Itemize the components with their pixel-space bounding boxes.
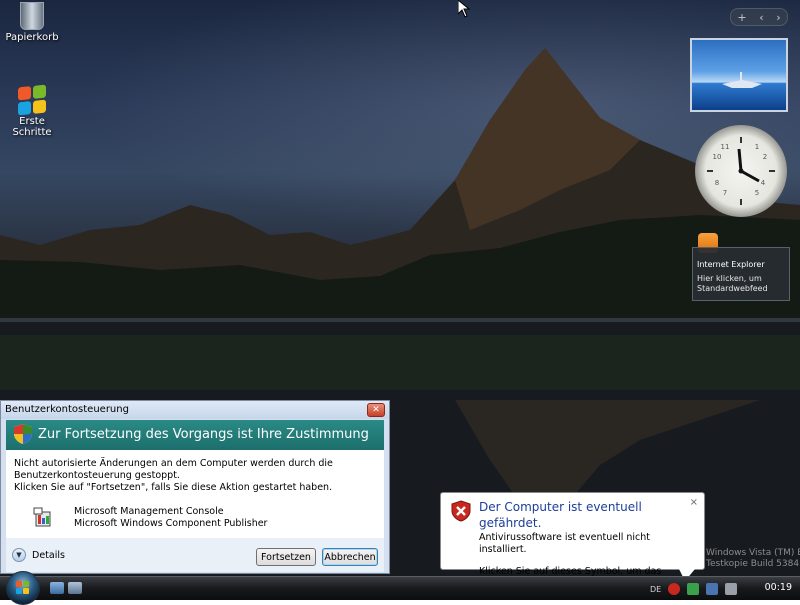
uac-title-bar: Benutzerkontosteuerung ✕ <box>1 401 389 419</box>
language-indicator[interactable]: DE <box>650 585 661 594</box>
notification-title: Der Computer ist eventuell gefährdet. <box>479 500 642 530</box>
svg-text:2: 2 <box>763 153 767 161</box>
svg-text:10: 10 <box>713 153 722 161</box>
desktop-icon-label: Erste Schritte <box>12 116 52 138</box>
security-notification-balloon[interactable]: × Der Computer ist eventuell gefährdet. … <box>440 492 705 602</box>
program-name: Microsoft Management Console <box>74 506 224 517</box>
windows-logo-icon <box>16 581 29 594</box>
network-tray-icon[interactable] <box>706 583 719 595</box>
close-button[interactable]: ✕ <box>367 403 385 417</box>
details-toggle[interactable]: ▼ Details <box>12 548 65 562</box>
uac-body: Nicht autorisierte Änderungen an dem Com… <box>6 450 384 538</box>
mouse-cursor-icon <box>458 0 470 18</box>
watermark-line-2: Testkopie Build 5384 <box>706 559 800 569</box>
uac-program-info: Microsoft Management Console Microsoft W… <box>14 506 376 530</box>
svg-text:4: 4 <box>761 179 766 187</box>
security-shield-icon <box>14 424 32 444</box>
watermark-line-1: Windows Vista (TM) Beta 2 <box>706 548 800 558</box>
uac-dialog: Benutzerkontosteuerung ✕ Zur Fortsetzung… <box>0 400 390 574</box>
recycle-bin-icon <box>20 2 44 30</box>
continue-button[interactable]: Fortsetzen <box>256 548 316 566</box>
slideshow-gadget[interactable] <box>690 38 788 112</box>
previous-gadget-button[interactable]: ‹ <box>759 11 763 24</box>
uac-banner: Zur Fortsetzung des Vorgangs ist Ihre Zu… <box>6 420 384 472</box>
show-desktop-icon[interactable] <box>50 582 64 594</box>
close-icon: ✕ <box>372 405 380 415</box>
svg-text:5: 5 <box>755 189 759 197</box>
desktop-icon-recycle-bin[interactable]: Papierkorb <box>0 2 64 43</box>
uac-message-line-1: Nicht autorisierte Änderungen an dem Com… <box>14 458 333 469</box>
program-publisher: Microsoft Windows Component Publisher <box>74 518 268 529</box>
windows-defender-tray-icon[interactable] <box>687 583 700 595</box>
taskbar: DE 00:19 <box>0 571 800 605</box>
svg-text:1: 1 <box>755 143 759 151</box>
taskbar-clock[interactable]: 00:19 <box>765 582 792 593</box>
security-warning-shield-icon <box>451 500 471 522</box>
slideshow-image <box>722 72 762 88</box>
getting-started-icon <box>18 84 46 116</box>
details-label: Details <box>32 549 65 561</box>
chevron-down-icon: ▼ <box>12 548 26 562</box>
uac-message-line-2: Benutzerkontosteuerung gestoppt. <box>14 470 180 481</box>
management-console-icon <box>33 507 51 527</box>
switch-windows-icon[interactable] <box>68 582 82 594</box>
close-icon[interactable]: × <box>690 497 698 508</box>
add-gadget-button[interactable]: + <box>737 11 746 24</box>
uac-footer: ▼ Details Fortsetzen Abbrechen <box>6 538 384 572</box>
system-tray: DE <box>650 580 738 598</box>
build-watermark: Windows Vista (TM) Beta 2 Testkopie Buil… <box>706 548 800 570</box>
cancel-button[interactable]: Abbrechen <box>322 548 378 566</box>
clock-gadget[interactable]: 12 4 5 78 10 11 <box>695 125 787 217</box>
next-gadget-button[interactable]: › <box>776 11 780 24</box>
desktop-icon-getting-started[interactable]: Erste Schritte <box>0 84 64 138</box>
uac-message-line-3: Klicken Sie auf "Fortsetzen", falls Sie … <box>14 482 333 493</box>
feed-text[interactable]: Hier klicken, um Standardwebfeed <box>697 274 785 294</box>
analog-clock-face: 12 4 5 78 10 11 <box>707 137 775 205</box>
uac-window-title: Benutzerkontosteuerung <box>5 404 129 415</box>
feed-headlines-gadget[interactable]: Internet Explorer Hier klicken, um Stand… <box>692 247 790 301</box>
svg-text:7: 7 <box>723 189 727 197</box>
feed-title: Internet Explorer <box>697 260 765 269</box>
notification-line-1: Antivirussoftware ist eventuell nicht in… <box>479 532 651 555</box>
security-alert-tray-icon[interactable] <box>668 583 681 595</box>
svg-text:11: 11 <box>721 143 730 151</box>
svg-text:8: 8 <box>715 179 719 187</box>
desktop-icon-label: Papierkorb <box>5 32 59 43</box>
volume-tray-icon[interactable] <box>725 583 738 595</box>
sidebar-controls: + ‹ › <box>730 8 788 26</box>
